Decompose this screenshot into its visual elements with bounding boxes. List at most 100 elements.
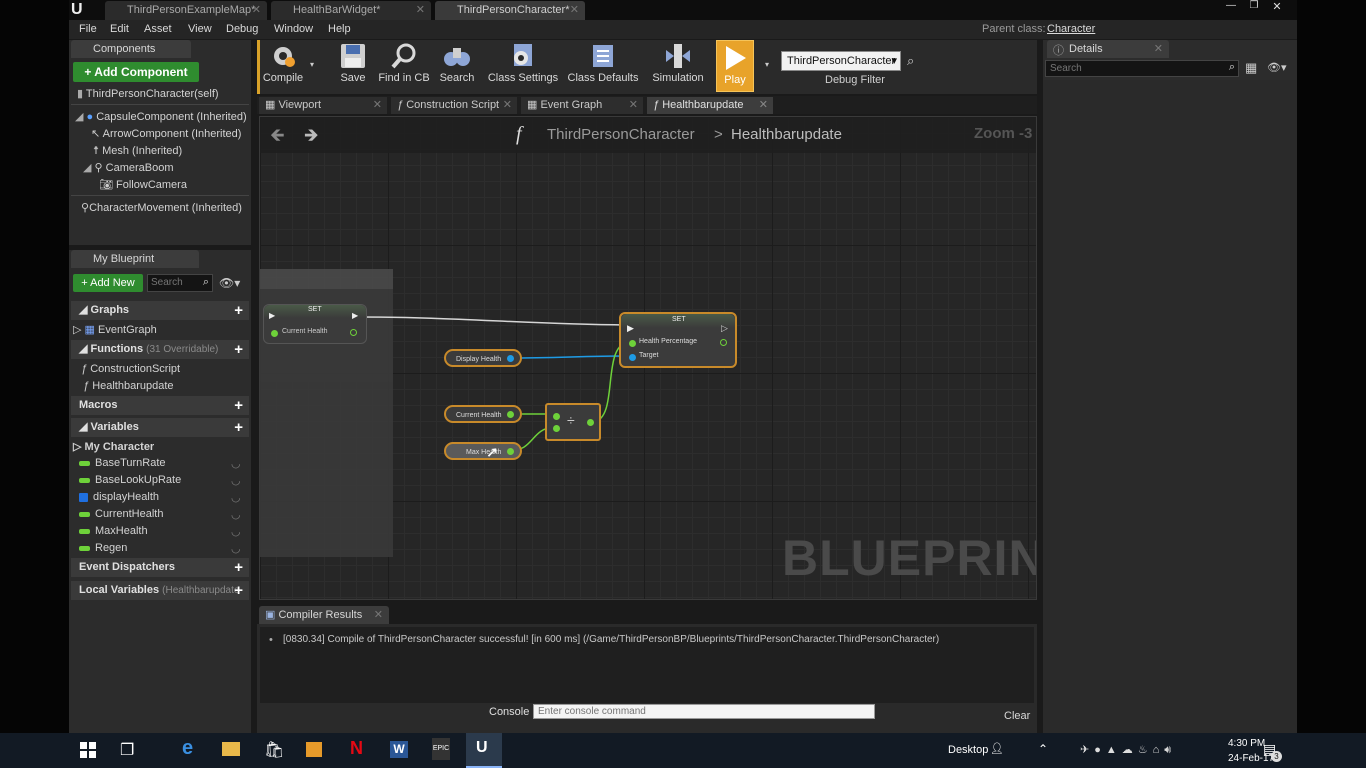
add-macro-icon[interactable]: + [234, 396, 243, 415]
graphs-category[interactable]: ◢ Graphs + [71, 301, 249, 320]
variable-item[interactable]: displayHealth ◡ [79, 491, 247, 504]
menu-edit[interactable]: Edit [110, 23, 129, 35]
tray-icons[interactable]: ✈●▲☁♨⌂🔊︎ [1080, 743, 1176, 757]
play-options-icon[interactable]: ▾ [765, 60, 769, 69]
add-component-button[interactable]: + Add Component [73, 62, 199, 82]
tab-healthbarupdate[interactable]: ƒ Healthbarupdate ✕ [647, 97, 773, 114]
clear-button[interactable]: Clear [1004, 710, 1030, 722]
local-variables-category[interactable]: Local Variables (Healthbarupdate + [71, 581, 249, 600]
variable-item[interactable]: Regen ◡ [79, 542, 247, 555]
current-health-getter[interactable]: Current Health [444, 405, 522, 423]
add-new-button[interactable]: + Add New [73, 274, 143, 292]
add-graph-icon[interactable]: + [234, 301, 243, 320]
float-in-pin[interactable] [629, 340, 636, 347]
store-icon[interactable]: 🛍︎ [264, 740, 284, 760]
close-icon[interactable]: ✕ [759, 97, 768, 114]
exec-out-pin[interactable]: ▷ [721, 323, 728, 334]
menu-asset[interactable]: Asset [144, 23, 172, 35]
details-search-field[interactable]: ⌕ [1045, 60, 1239, 77]
compile-button[interactable]: Compile [259, 42, 307, 92]
visibility-toggle-icon[interactable]: ◡ [231, 508, 241, 521]
close-icon[interactable]: ✕ [416, 1, 425, 20]
visibility-toggle-icon[interactable]: ◡ [231, 457, 241, 470]
float-in-pin[interactable] [553, 425, 560, 432]
menu-window[interactable]: Window [274, 23, 313, 35]
add-function-icon[interactable]: + [234, 340, 243, 359]
file-explorer-icon[interactable] [222, 742, 240, 756]
edge-icon[interactable]: e [182, 737, 193, 760]
search-button[interactable]: Search [437, 42, 477, 92]
parent-class-link[interactable]: Character [1047, 23, 1095, 35]
visibility-toggle-icon[interactable]: ◡ [231, 474, 241, 487]
clock-time[interactable]: 4:30 PM [1228, 738, 1265, 749]
search-icon[interactable]: ⌕ [1229, 61, 1235, 74]
event-dispatchers-category[interactable]: Event Dispatchers + [71, 558, 249, 577]
component-capsule[interactable]: ◢ ● CapsuleComponent (Inherited) [75, 110, 247, 123]
close-icon[interactable]: ✕ [374, 606, 383, 624]
add-variable-icon[interactable]: + [234, 418, 243, 437]
exec-out-pin[interactable]: ▶ [352, 311, 358, 320]
close-icon[interactable]: ✕ [252, 1, 261, 20]
float-out-pin[interactable] [350, 329, 357, 336]
people-icon[interactable]: 👤︎ [990, 742, 1004, 755]
component-camera-boom[interactable]: ◢ ⚲ CameraBoom [83, 161, 174, 174]
maximize-button[interactable]: ❐ [1244, 0, 1264, 14]
float-out-pin[interactable] [507, 448, 514, 455]
doc-tab-character[interactable]: ThirdPersonCharacter* ✕ [435, 1, 585, 20]
component-mesh[interactable]: ☨ Mesh (Inherited) [93, 144, 182, 157]
function-item[interactable]: ƒ ConstructionScript [81, 363, 180, 375]
media-player-icon[interactable] [306, 742, 322, 757]
desktop-toolbar-label[interactable]: Desktop [948, 744, 988, 756]
console-input[interactable] [533, 704, 875, 719]
task-view-icon[interactable]: ❐ [120, 740, 134, 760]
close-icon[interactable]: ✕ [570, 1, 579, 20]
float-out-pin[interactable] [507, 411, 514, 418]
float-out-pin[interactable] [587, 419, 594, 426]
component-character-movement[interactable]: ⚲CharacterMovement (Inherited) [81, 201, 242, 214]
compile-options-icon[interactable]: ▾ [310, 60, 314, 69]
my-blueprint-tab[interactable]: My Blueprint [71, 250, 199, 268]
divide-node[interactable]: ÷ [545, 403, 601, 441]
variable-category-my-character[interactable]: ▷ My Character [73, 440, 154, 453]
debug-search-icon[interactable]: ⌕ [907, 53, 914, 69]
eye-icon[interactable]: 👁︎▾ [1267, 61, 1287, 74]
details-search-input[interactable] [1046, 61, 1222, 75]
unreal-logo-icon[interactable]: U [71, 1, 89, 19]
grid-view-icon[interactable]: ▦ [1245, 60, 1257, 76]
epic-games-icon[interactable]: EPIC [432, 738, 450, 760]
set-current-health-node[interactable]: SET ▶ ▶ Current Health [263, 304, 367, 344]
unreal-taskbar-button[interactable]: U [466, 733, 502, 768]
doc-tab-map[interactable]: ThirdPersonExampleMap* ✕ [105, 1, 267, 20]
menu-view[interactable]: View [188, 23, 212, 35]
blueprint-search-field[interactable]: ⌕ [147, 274, 213, 292]
visibility-toggle-icon[interactable]: ◡ [231, 542, 241, 555]
blueprint-graph[interactable]: 🡸 🡺 f ThirdPersonCharacter > Healthbarup… [259, 116, 1037, 600]
debug-object-dropdown[interactable]: ThirdPersonCharacter ▾ [781, 51, 901, 71]
menu-help[interactable]: Help [328, 23, 351, 35]
float-in-pin[interactable] [553, 413, 560, 420]
component-root[interactable]: ▮ ThirdPersonCharacter(self) [77, 87, 219, 100]
details-tab[interactable]: Details ✕ [1047, 40, 1169, 58]
macros-category[interactable]: Macros + [71, 396, 249, 415]
start-button[interactable] [80, 742, 96, 758]
variable-item[interactable]: BaseTurnRate ◡ [79, 457, 247, 470]
word-icon[interactable]: W [390, 741, 408, 758]
float-in-pin[interactable] [271, 330, 278, 337]
component-follow-camera[interactable]: 📷︎ FollowCamera [99, 178, 187, 191]
variable-item[interactable]: CurrentHealth ◡ [79, 508, 247, 521]
function-item[interactable]: ƒ Healthbarupdate [83, 380, 174, 392]
close-icon[interactable]: ✕ [503, 97, 512, 114]
chevron-up-icon[interactable]: ⌃ [1038, 742, 1048, 756]
functions-category[interactable]: ◢ Functions (31 Overridable) + [71, 340, 249, 359]
simulation-button[interactable]: Simulation [649, 42, 707, 92]
close-icon[interactable]: ✕ [629, 97, 638, 114]
menu-debug[interactable]: Debug [226, 23, 258, 35]
variables-category[interactable]: ◢ Variables + [71, 418, 249, 437]
object-out-pin[interactable] [507, 355, 514, 362]
exec-in-pin[interactable]: ▶ [627, 323, 634, 334]
compiler-tab[interactable]: ▣ Compiler Results ✕ [259, 606, 389, 624]
add-dispatcher-icon[interactable]: + [234, 558, 243, 577]
close-icon[interactable]: ✕ [373, 97, 382, 114]
event-graph-item[interactable]: ▷ ▦ EventGraph [73, 323, 157, 336]
visibility-toggle-icon[interactable]: ◡ [231, 525, 241, 538]
